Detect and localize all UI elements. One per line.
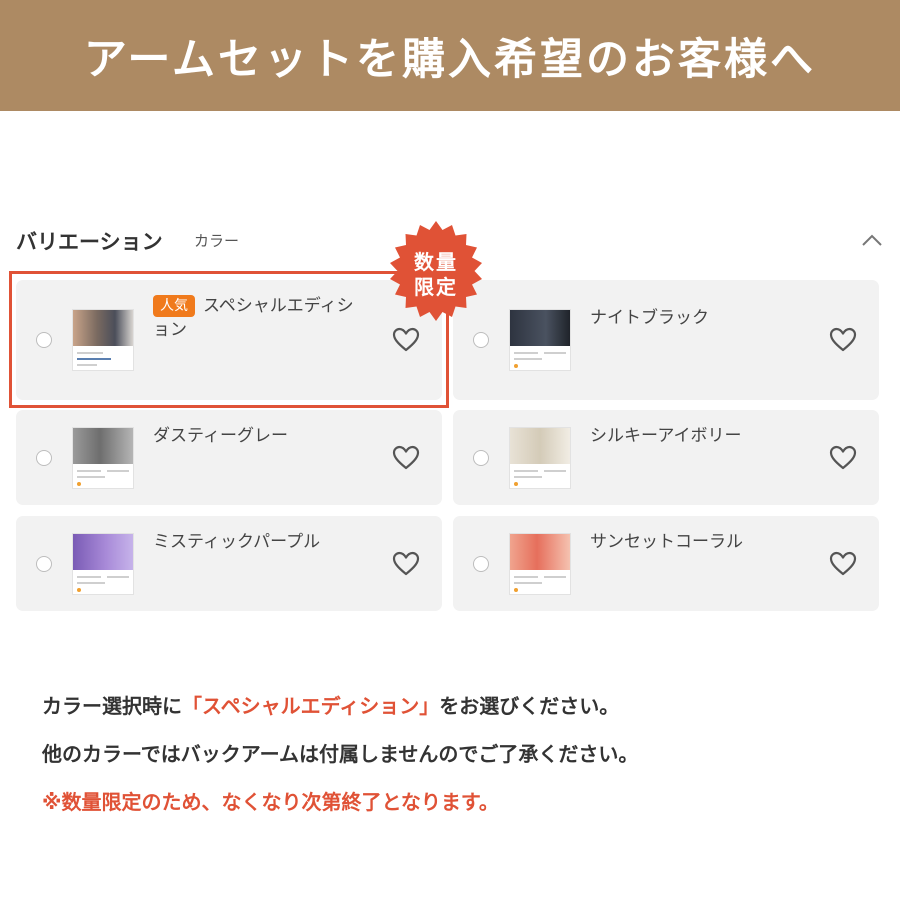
variation-subtitle: カラー xyxy=(194,232,240,250)
variant-thumbnail xyxy=(509,427,571,489)
variation-title: バリエーション xyxy=(16,230,163,254)
limited-quantity-badge: 数量 限定 xyxy=(390,221,482,321)
variant-radio[interactable] xyxy=(36,450,52,466)
special-edition-highlight: 「スペシャルエディション」 xyxy=(182,694,440,718)
variant-thumbnail xyxy=(509,309,571,371)
variant-name: サンセットコーラル xyxy=(590,532,743,552)
variant-name: シルキーアイボリー xyxy=(590,426,742,446)
note-line-1: カラー選択時に「スペシャルエディション」をお選びください。 xyxy=(42,694,620,718)
badge-line2: 限定 xyxy=(414,275,458,299)
variant-radio[interactable] xyxy=(473,332,489,348)
favorite-heart-icon[interactable] xyxy=(392,551,420,577)
variant-name: ダスティーグレー xyxy=(153,426,288,446)
badge-line1: 数量 xyxy=(414,250,458,274)
variant-thumbnail xyxy=(72,427,134,489)
variant-card-silky-ivory[interactable]: シルキーアイボリー xyxy=(453,410,879,505)
variant-radio[interactable] xyxy=(473,556,489,572)
favorite-heart-icon[interactable] xyxy=(829,445,857,471)
variant-thumbnail xyxy=(509,533,571,595)
variant-card-sunset-coral[interactable]: サンセットコーラル xyxy=(453,516,879,611)
variant-radio[interactable] xyxy=(473,450,489,466)
chevron-up-icon[interactable] xyxy=(860,230,884,250)
variant-name: ナイトブラック xyxy=(590,308,709,328)
note-line-3-warning: ※数量限定のため、なくなり次第終了となります。 xyxy=(42,790,499,814)
banner-title: アームセットを購入希望のお客様へ xyxy=(83,34,817,85)
variant-name: ミスティックパープル xyxy=(153,532,321,552)
favorite-heart-icon[interactable] xyxy=(829,327,857,353)
header-banner: アームセットを購入希望のお客様へ xyxy=(0,0,900,111)
variant-card-dusty-grey[interactable]: ダスティーグレー xyxy=(16,410,442,505)
variant-card-mystic-purple[interactable]: ミスティックパープル xyxy=(16,516,442,611)
note-line-2: 他のカラーではバックアームは付属しませんのでご了承ください。 xyxy=(42,742,639,766)
variant-radio[interactable] xyxy=(36,556,52,572)
variant-thumbnail xyxy=(72,533,134,595)
favorite-heart-icon[interactable] xyxy=(392,445,420,471)
purchase-notes: カラー選択時に「スペシャルエディション」をお選びください。 他のカラーではバック… xyxy=(42,688,882,832)
variant-card-night-black[interactable]: ナイトブラック xyxy=(453,280,879,400)
favorite-heart-icon[interactable] xyxy=(829,551,857,577)
